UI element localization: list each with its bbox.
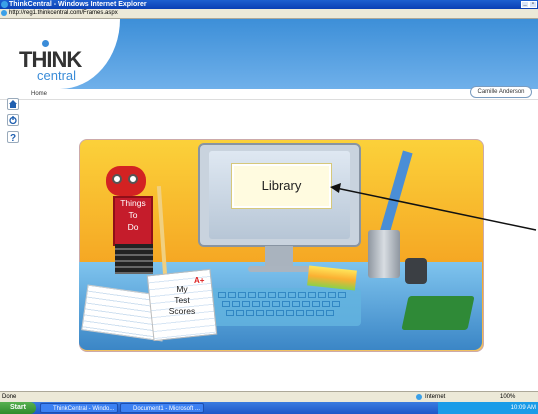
annotation-arrow [330, 183, 537, 231]
start-button[interactable]: Start [0, 402, 36, 414]
globe-icon [416, 394, 422, 400]
taskbar-item-document1[interactable]: Document1 - Microsoft ... [120, 403, 204, 413]
taskbar-item-thinkcentral[interactable]: ThinkCentral - Windo... [40, 403, 118, 413]
system-tray: 10:09 AM [438, 402, 538, 414]
clock[interactable]: 10:09 AM [511, 405, 536, 411]
